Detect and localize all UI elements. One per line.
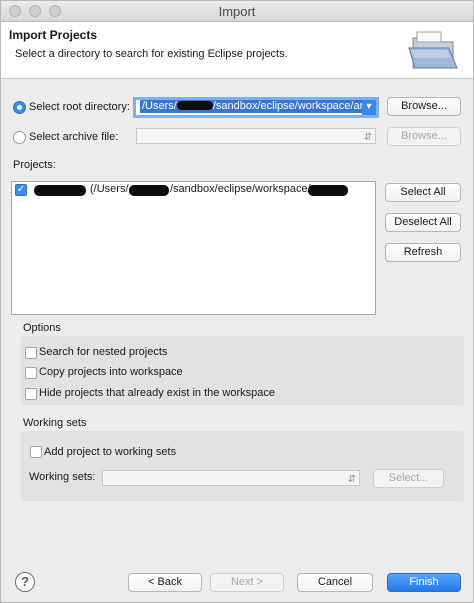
project-path-mid: /sandbox/eclipse/workspace/	[170, 183, 311, 195]
select-all-button[interactable]: Select All	[385, 183, 461, 202]
wizard-header: Import Projects Select a directory to se…	[1, 22, 473, 79]
chevron-down-icon[interactable]: ▼	[362, 100, 376, 115]
hide-existing-checkbox[interactable]	[25, 388, 37, 400]
projects-list[interactable]: ✓ (/Users/ /sandbox/eclipse/workspace/	[11, 181, 376, 315]
import-dialog: Import Import Projects Select a director…	[0, 0, 474, 603]
project-checkbox[interactable]: ✓	[15, 184, 27, 196]
working-sets-group: Add project to working sets Working sets…	[21, 431, 464, 501]
add-to-working-sets-label: Add project to working sets	[44, 446, 177, 458]
next-button[interactable]: Next >	[210, 573, 284, 592]
working-sets-label: Working sets:	[29, 471, 96, 483]
folder-import-icon	[408, 31, 458, 69]
copy-projects-label: Copy projects into workspace	[39, 366, 183, 378]
finish-button[interactable]: Finish	[387, 573, 461, 592]
updown-arrows-icon: ⇵	[363, 132, 372, 143]
title-bar: Import	[1, 1, 473, 22]
redaction-mark	[34, 185, 86, 196]
search-nested-checkbox[interactable]	[25, 347, 37, 359]
page-title: Import Projects	[9, 28, 98, 42]
root-directory-combo[interactable]: /Users//sandbox/eclipse/workspace/ar ▼	[133, 97, 379, 118]
archive-file-combo[interactable]: ⇵	[136, 128, 376, 144]
select-working-sets-button[interactable]: Select...	[373, 469, 444, 488]
back-button[interactable]: < Back	[128, 573, 202, 592]
root-directory-value: /Users//sandbox/eclipse/workspace/ar	[140, 100, 362, 113]
hide-existing-label: Hide projects that already exist in the …	[39, 387, 276, 399]
browse-directory-button[interactable]: Browse...	[387, 97, 461, 116]
archive-file-label: Select archive file:	[29, 131, 119, 143]
archive-file-radio[interactable]	[13, 131, 26, 144]
window-title: Import	[218, 4, 256, 19]
list-item[interactable]: ✓ (/Users/ /sandbox/eclipse/workspace/	[12, 182, 375, 198]
add-to-working-sets-checkbox[interactable]	[30, 446, 42, 458]
deselect-all-button[interactable]: Deselect All	[385, 213, 461, 232]
options-title: Options	[23, 322, 61, 334]
redaction-mark	[308, 185, 348, 196]
refresh-button[interactable]: Refresh	[385, 243, 461, 262]
projects-label: Projects:	[13, 159, 56, 171]
browse-archive-button[interactable]: Browse...	[387, 127, 461, 146]
copy-projects-checkbox[interactable]	[25, 367, 37, 379]
redaction-mark	[129, 185, 169, 196]
search-nested-label: Search for nested projects	[39, 346, 168, 358]
page-description: Select a directory to search for existin…	[15, 48, 288, 60]
options-group: Search for nested projects Copy projects…	[21, 336, 464, 405]
help-icon[interactable]: ?	[15, 572, 35, 592]
project-path-prefix: (/Users/	[90, 183, 129, 195]
working-sets-combo[interactable]: ⇵	[102, 470, 360, 486]
redaction-mark	[176, 101, 213, 110]
updown-arrows-icon: ⇵	[347, 474, 356, 485]
working-sets-title: Working sets	[23, 417, 87, 429]
cancel-button[interactable]: Cancel	[297, 573, 373, 592]
root-directory-radio[interactable]	[13, 101, 26, 114]
root-directory-label: Select root directory:	[29, 101, 130, 113]
